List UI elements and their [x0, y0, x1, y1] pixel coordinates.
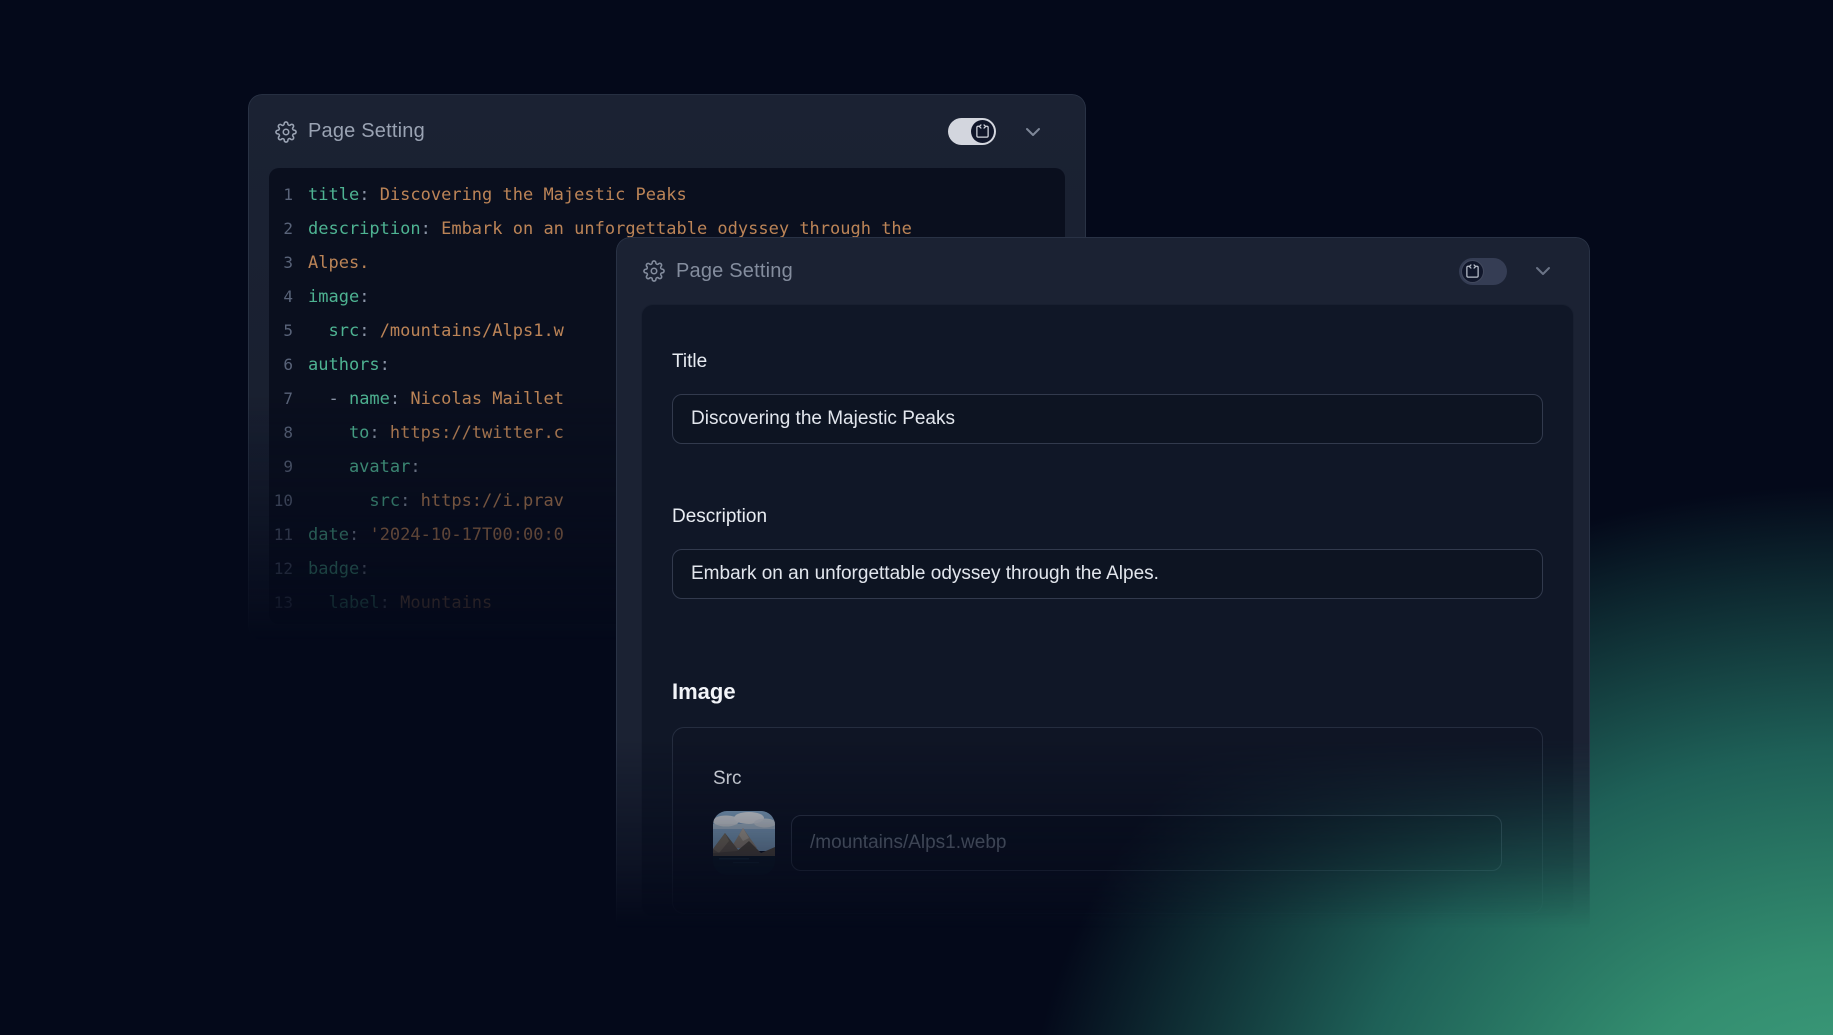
collapse-button[interactable] [1531, 259, 1555, 283]
editor-mode-toggle[interactable] [948, 118, 996, 145]
image-fieldset: Src [672, 727, 1543, 914]
panel-header: Page Setting [249, 95, 1085, 168]
gear-icon [643, 260, 665, 282]
image-thumbnail[interactable] [713, 811, 775, 875]
chevron-down-icon [1021, 120, 1045, 144]
mountain-photo [713, 811, 775, 875]
description-field-label: Description [672, 506, 1543, 528]
image-section-heading: Image [672, 679, 1543, 705]
title-field-label: Title [672, 351, 1543, 373]
image-src-input[interactable] [791, 815, 1502, 871]
code-line: 1title: Discovering the Majestic Peaks [269, 178, 1065, 212]
panel-title: Page Setting [676, 260, 793, 283]
toggle-knob [971, 120, 994, 143]
page-setting-panel-form: Page Setting Title Description Image Src [616, 237, 1590, 935]
src-field-label: Src [713, 768, 1502, 790]
chevron-down-icon [1531, 259, 1555, 283]
code-box-icon [975, 124, 990, 139]
collapse-button[interactable] [1021, 120, 1045, 144]
src-row [713, 811, 1502, 875]
title-input[interactable] [672, 394, 1543, 444]
panel-title: Page Setting [308, 120, 425, 143]
panel-header: Page Setting [617, 238, 1589, 304]
description-input[interactable] [672, 549, 1543, 599]
code-box-icon [1465, 264, 1480, 279]
desktop-background: Page Setting 1title: Discovering the Maj… [0, 0, 1833, 1035]
editor-mode-toggle[interactable] [1459, 258, 1507, 285]
toggle-knob [1461, 260, 1484, 283]
gear-icon [275, 121, 297, 143]
page-setting-form: Title Description Image Src [641, 304, 1574, 917]
